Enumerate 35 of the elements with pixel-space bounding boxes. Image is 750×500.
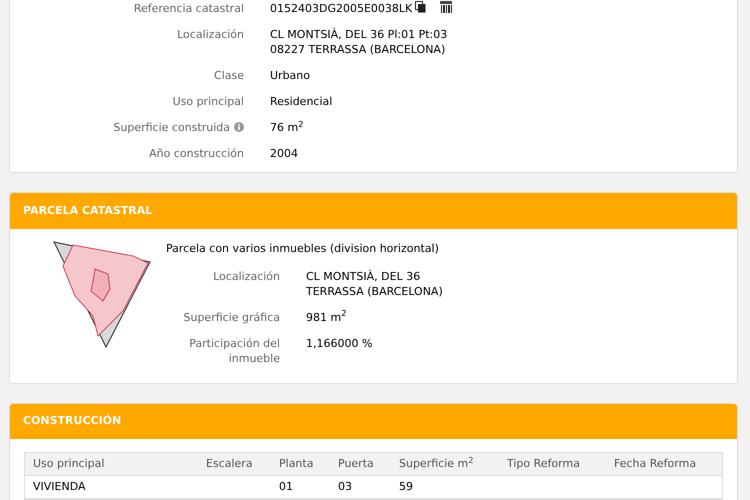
field-label: Clase — [214, 68, 244, 83]
section-title: PARCELA CATASTRAL — [23, 202, 152, 219]
table-cell: 03 — [338, 480, 352, 493]
field-value: Residencial — [270, 94, 332, 109]
copy-icon[interactable] — [415, 1, 426, 13]
barcode-icon[interactable] — [440, 1, 452, 13]
field-value: 1,166000 % — [306, 336, 372, 350]
field-label: Superficie construida — [113, 120, 230, 135]
field-label: Localización — [177, 27, 244, 42]
column-header: Superficie m$^{2}$ — [399, 456, 474, 470]
column-header: Fecha Reforma — [614, 456, 696, 470]
field-value: 981 m$^{2}$ — [306, 310, 346, 324]
field-label: Uso principal — [172, 94, 244, 109]
field-value: Urbano — [270, 68, 310, 83]
section-title: CONSTRUCCIÓN — [23, 413, 122, 430]
field-label: Localización — [213, 268, 280, 284]
table-cell: 01 — [279, 480, 293, 493]
column-header: Planta — [279, 456, 314, 470]
field-value: 76 m$^{2}$ — [270, 120, 304, 135]
column-header: Tipo Reforma — [507, 456, 580, 470]
field-value: CL MONTSIÀ, DEL 36 TERRASSA (BARCELONA) — [306, 268, 443, 298]
column-header: Uso principal — [33, 456, 104, 470]
column-header: Escalera — [206, 456, 253, 470]
field-label: Referencia catastral — [134, 1, 244, 16]
info-icon[interactable] — [234, 122, 244, 132]
table-cell: 59 — [399, 480, 413, 493]
field-value: 2004 — [270, 146, 298, 161]
field-label: Participación del inmueble — [189, 336, 280, 366]
parcel-description: Parcela con varios inmuebles (division horizontal) — [166, 241, 440, 257]
field-value: CL MONTSIÀ, DEL 36 Pl:01 Pt:03 08227 TERRASSA (BARCELONA) — [270, 27, 448, 57]
column-header: Puerta — [338, 456, 374, 470]
field-label: Año construcción — [149, 146, 244, 161]
table-cell: VIVIENDA — [33, 480, 86, 493]
field-label: Superficie gráfica — [184, 310, 280, 324]
field-value: 0152403DG2005E0038LK — [270, 1, 412, 16]
